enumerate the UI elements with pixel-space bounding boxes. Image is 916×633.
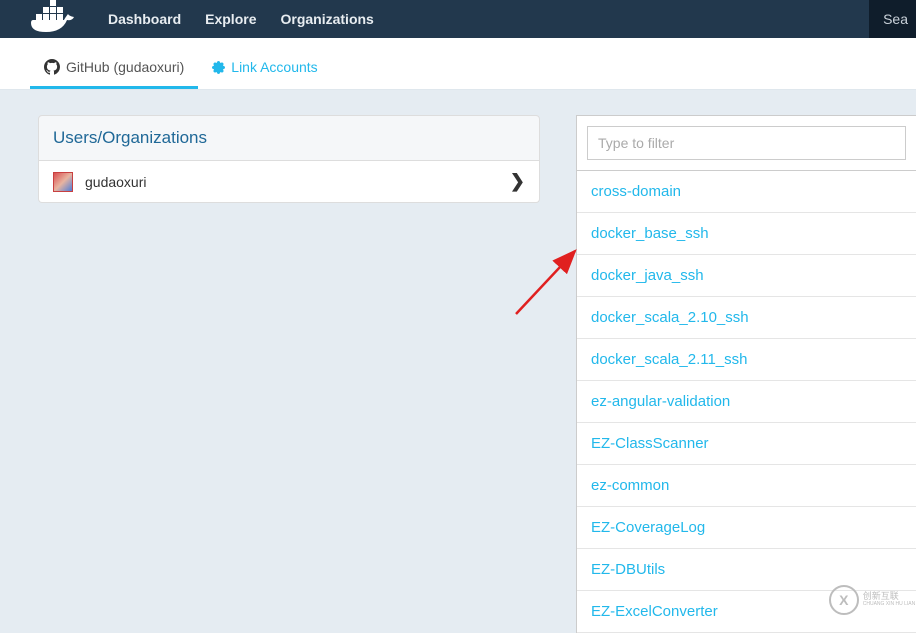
filter-container: [576, 115, 916, 171]
search-box[interactable]: Sea: [869, 0, 916, 38]
repo-item[interactable]: EZ-CoverageLog: [577, 507, 916, 549]
repo-item[interactable]: docker_java_ssh: [577, 255, 916, 297]
nav-dashboard[interactable]: Dashboard: [96, 11, 193, 27]
avatar: [53, 172, 73, 192]
repo-item[interactable]: ez-angular-validation: [577, 381, 916, 423]
tab-github-label: GitHub (gudaoxuri): [66, 59, 184, 75]
repo-item[interactable]: docker_base_ssh: [577, 213, 916, 255]
nav-explore[interactable]: Explore: [193, 11, 268, 27]
gear-icon: [212, 61, 225, 74]
tab-link-accounts[interactable]: Link Accounts: [198, 45, 331, 89]
repo-item[interactable]: EZ-DBUtils: [577, 549, 916, 591]
chevron-right-icon: ❯: [510, 171, 525, 192]
nav-links: Dashboard Explore Organizations: [96, 11, 386, 27]
repo-item[interactable]: EZ-ExcelConverter: [577, 591, 916, 633]
github-icon: [44, 59, 60, 75]
repo-item[interactable]: docker_scala_2.10_ssh: [577, 297, 916, 339]
repo-item[interactable]: cross-domain: [577, 171, 916, 213]
user-row-gudaoxuri[interactable]: gudaoxuri ❯: [38, 161, 540, 203]
main-content: Users/Organizations gudaoxuri ❯ cross-do…: [0, 90, 916, 633]
username-label: gudaoxuri: [85, 174, 147, 190]
left-column: Users/Organizations gudaoxuri ❯: [38, 115, 540, 633]
repo-item[interactable]: docker_scala_2.11_ssh: [577, 339, 916, 381]
tab-github[interactable]: GitHub (gudaoxuri): [30, 45, 198, 89]
sub-navigation: GitHub (gudaoxuri) Link Accounts: [0, 38, 916, 90]
search-placeholder-partial: Sea: [883, 11, 908, 27]
repo-item[interactable]: ez-common: [577, 465, 916, 507]
nav-organizations[interactable]: Organizations: [268, 11, 385, 27]
tab-link-accounts-label: Link Accounts: [231, 59, 317, 75]
docker-logo[interactable]: [30, 4, 78, 34]
repo-item[interactable]: EZ-ClassScanner: [577, 423, 916, 465]
right-column: cross-domain docker_base_ssh docker_java…: [576, 115, 916, 633]
top-navigation: Dashboard Explore Organizations Sea: [0, 0, 916, 38]
repo-list: cross-domain docker_base_ssh docker_java…: [576, 171, 916, 633]
users-orgs-header: Users/Organizations: [38, 115, 540, 161]
filter-input[interactable]: [587, 126, 906, 160]
